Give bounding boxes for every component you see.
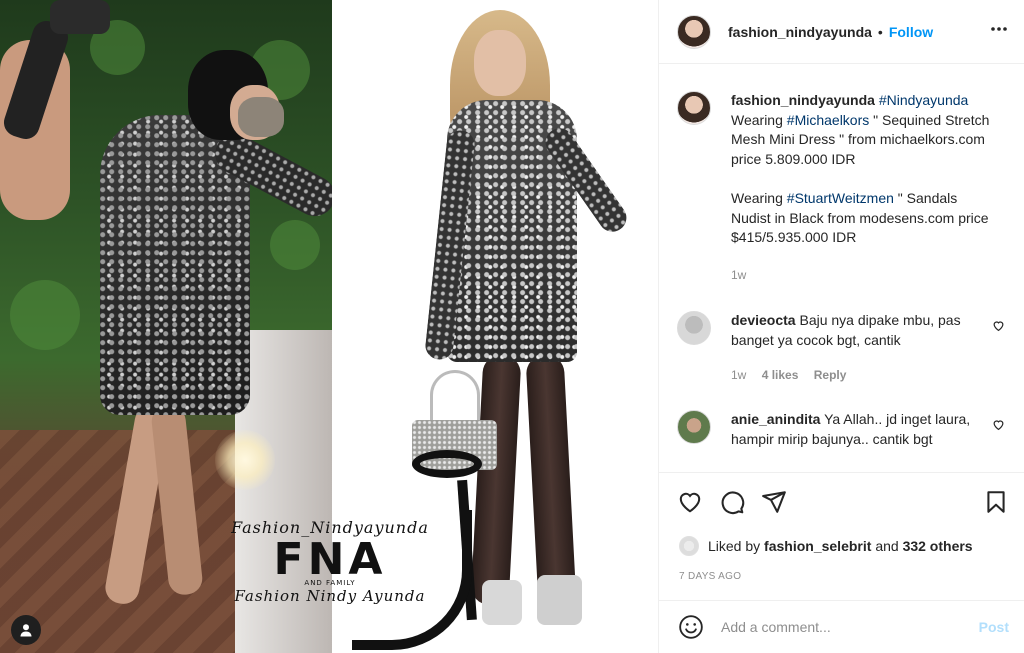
camera-gimbal: [0, 0, 110, 230]
save-button[interactable]: [983, 489, 1009, 515]
watermark-sub: AND FAMILY: [304, 579, 356, 587]
heart-icon: [679, 492, 701, 513]
reply-button[interactable]: Reply: [814, 368, 847, 382]
more-options-icon[interactable]: [989, 19, 1009, 45]
send-icon: [762, 491, 786, 513]
commenter-username[interactable]: devieocta: [731, 312, 796, 328]
comment-icon: [721, 491, 745, 515]
user-icon: [20, 624, 32, 637]
like-comment-icon[interactable]: [992, 319, 1005, 337]
header-separator: •: [877, 23, 883, 40]
caption-username[interactable]: fashion_nindyayunda: [731, 92, 875, 108]
comment-button[interactable]: [719, 489, 745, 515]
likes-others-link[interactable]: 332 others: [903, 538, 973, 554]
caption-age[interactable]: 1w: [731, 268, 746, 282]
follow-button[interactable]: Follow: [889, 24, 933, 40]
hashtag-link[interactable]: #StuartWeitzmen: [787, 190, 894, 206]
caption-avatar[interactable]: [677, 91, 711, 125]
likes-and: and: [875, 538, 899, 554]
comment-item: anie_anindita Ya Allah.. jd inget laura,…: [677, 410, 1017, 449]
share-button[interactable]: [761, 489, 787, 515]
like-comment-icon[interactable]: [992, 418, 1005, 436]
comment-input[interactable]: [721, 619, 979, 635]
commenter-username[interactable]: anie_anindita: [731, 411, 820, 427]
watermark-script-bottom: Fashion Nindy Ayunda: [234, 587, 426, 605]
bookmark-icon: [987, 491, 1005, 513]
post-image[interactable]: Fashion_Nindyayunda FNA AND FAMILY Fashi…: [0, 0, 658, 653]
add-comment-bar: Post: [659, 600, 1024, 653]
watermark: Fashion_Nindyayunda FNA AND FAMILY Fashi…: [225, 518, 435, 628]
comments-list[interactable]: fashion_nindyayunda #Nindyayunda Wearing…: [659, 64, 1024, 472]
post-sidebar: fashion_nindyayunda • Follow fashion_nin…: [658, 0, 1024, 653]
comment-age[interactable]: 1w: [731, 368, 746, 382]
caption: fashion_nindyayunda #Nindyayunda Wearing…: [677, 91, 1017, 285]
likes-summary: Liked by fashion_selebrit and 332 others: [679, 536, 973, 556]
post-header: fashion_nindyayunda • Follow: [659, 0, 1024, 64]
hashtag-link[interactable]: #Michaelkors: [787, 112, 869, 128]
like-button[interactable]: [677, 489, 703, 515]
liker-username[interactable]: fashion_selebrit: [764, 538, 871, 554]
emoji-icon: [679, 615, 703, 639]
comment-likes[interactable]: 4 likes: [762, 368, 799, 382]
tagged-users-button[interactable]: [11, 615, 41, 645]
comment-item: devieocta Baju nya dipake mbu, pas bange…: [677, 311, 1017, 386]
liker-avatar[interactable]: [679, 536, 699, 556]
commenter-avatar[interactable]: [677, 410, 711, 444]
caption-text: Wearing: [731, 190, 783, 206]
post-actions: Liked by fashion_selebrit and 332 others…: [659, 472, 1024, 600]
commenter-avatar[interactable]: [677, 311, 711, 345]
author-username[interactable]: fashion_nindyayunda: [728, 24, 872, 40]
watermark-logo: FNA: [273, 534, 387, 585]
likes-prefix: Liked by: [708, 538, 761, 554]
emoji-button[interactable]: [678, 614, 704, 640]
post-comment-button[interactable]: Post: [979, 619, 1009, 635]
caption-text: Wearing: [731, 111, 783, 128]
hashtag-link[interactable]: #Nindyayunda: [879, 92, 969, 108]
author-avatar[interactable]: [677, 14, 711, 49]
post-timestamp[interactable]: 7 DAYS AGO: [679, 571, 741, 582]
